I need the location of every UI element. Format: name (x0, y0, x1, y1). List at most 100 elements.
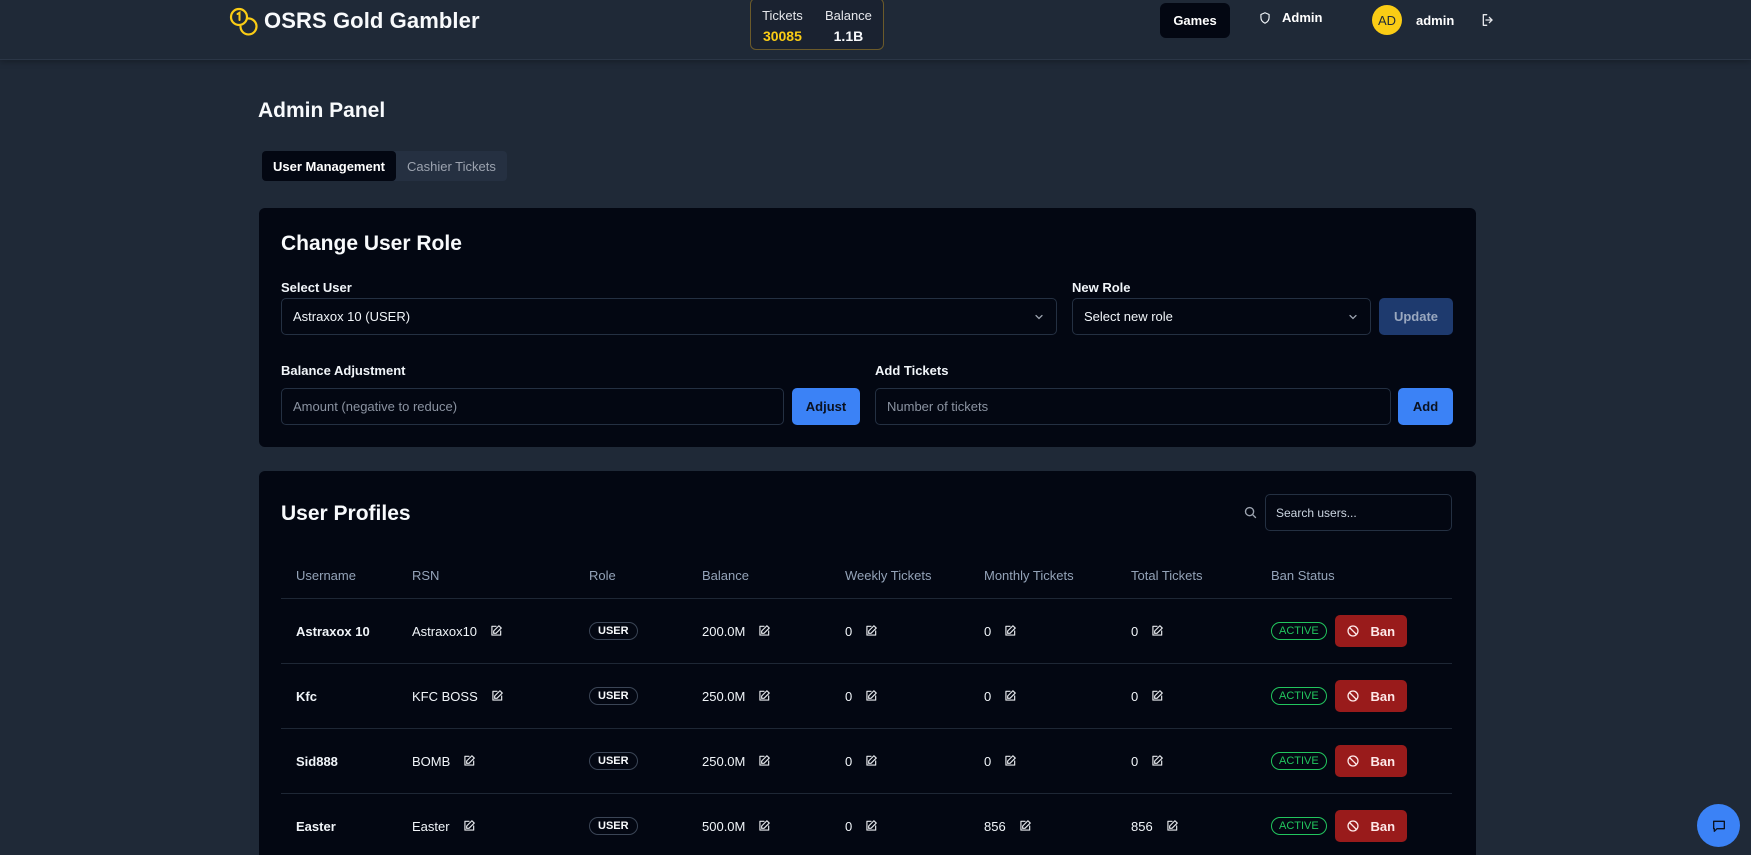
update-button[interactable]: Update (1379, 298, 1453, 335)
nav-admin-link[interactable]: Admin (1258, 10, 1322, 25)
tab-bar: User Management Cashier Tickets (262, 151, 507, 181)
monthly-tickets-cell: 0 (984, 599, 1017, 663)
edit-icon[interactable] (864, 689, 878, 703)
new-role-dropdown[interactable]: Select new role (1072, 298, 1371, 335)
ban-button-label: Ban (1370, 753, 1396, 769)
edit-icon[interactable] (1150, 754, 1164, 768)
edit-icon[interactable] (1018, 819, 1032, 833)
edit-icon[interactable] (757, 819, 771, 833)
change-role-card: Change User Role Select User Astraxox 10… (259, 208, 1476, 447)
rsn-cell: BOMB (412, 729, 476, 793)
total-tickets-value: 0 (1131, 753, 1139, 769)
role-cell: USER (589, 729, 638, 793)
column-header-rsn: RSN (412, 568, 440, 583)
ban-status-cell: ACTIVE Ban (1271, 664, 1407, 728)
role-badge: USER (589, 622, 638, 640)
rsn-cell: Astraxox10 (412, 599, 503, 663)
monthly-tickets-value: 0 (984, 688, 992, 704)
edit-icon[interactable] (1003, 754, 1017, 768)
tab-user-management[interactable]: User Management (262, 151, 396, 181)
select-user-dropdown[interactable]: Astraxox 10 (USER) (281, 298, 1057, 335)
balance-cell: 200.0M (702, 599, 771, 663)
ban-button-label: Ban (1370, 688, 1396, 704)
edit-icon[interactable] (1003, 689, 1017, 703)
edit-icon[interactable] (757, 689, 771, 703)
avatar[interactable]: AD (1372, 5, 1402, 35)
add-tickets-button[interactable]: Add (1398, 388, 1453, 425)
ban-button[interactable]: Ban (1334, 745, 1407, 777)
balance-adjustment-input[interactable]: Amount (negative to reduce) (281, 388, 784, 425)
add-tickets-input[interactable]: Number of tickets (875, 388, 1391, 425)
table-row: Sid888 BOMB USER 250.0M 0 0 0 ACTIVE Ban (281, 728, 1452, 793)
coins-icon (229, 7, 258, 36)
edit-icon[interactable] (1165, 819, 1179, 833)
balance-value: 1.1B (833, 28, 864, 44)
ban-icon (1347, 820, 1360, 832)
edit-icon[interactable] (1150, 689, 1164, 703)
logout-icon[interactable] (1480, 12, 1496, 28)
edit-icon[interactable] (864, 819, 878, 833)
balance-value: 250.0M (702, 688, 746, 704)
edit-icon[interactable] (462, 754, 476, 768)
adjust-button[interactable]: Adjust (792, 388, 860, 425)
tab-cashier-tickets[interactable]: Cashier Tickets (396, 151, 507, 181)
select-user-label: Select User (281, 280, 352, 295)
username-label: admin (1416, 13, 1455, 28)
status-badge: ACTIVE (1271, 622, 1327, 640)
monthly-tickets-cell: 0 (984, 664, 1017, 728)
chevron-down-icon (1035, 314, 1043, 319)
brand-name: OSRS Gold Gambler (264, 8, 480, 33)
change-role-title: Change User Role (281, 232, 462, 255)
edit-icon[interactable] (864, 624, 878, 638)
top-navbar: OSRS Gold Gambler Tickets 30085 Balance … (0, 0, 1751, 60)
monthly-tickets-cell: 0 (984, 729, 1017, 793)
table-row: Kfc KFC BOSS USER 250.0M 0 0 0 ACTIVE Ba… (281, 663, 1452, 728)
balance-value: 500.0M (702, 818, 746, 834)
balance-stat: Balance 1.1B (825, 8, 872, 44)
rsn-value: Easter (412, 818, 450, 834)
ban-button-label: Ban (1370, 818, 1396, 834)
rsn-value: BOMB (412, 753, 451, 769)
ban-button[interactable]: Ban (1334, 615, 1407, 647)
select-user-value: Astraxox 10 (USER) (293, 309, 411, 324)
edit-icon[interactable] (1150, 624, 1164, 638)
ban-status-cell: ACTIVE Ban (1271, 729, 1407, 793)
role-cell: USER (589, 664, 638, 728)
monthly-tickets-value: 856 (984, 818, 1006, 834)
new-role-value: Select new role (1084, 309, 1173, 324)
weekly-tickets-cell: 0 (845, 664, 878, 728)
chat-button[interactable] (1697, 804, 1740, 847)
column-header-monthly-tickets: Monthly Tickets (984, 568, 1074, 583)
edit-icon[interactable] (462, 819, 476, 833)
role-badge: USER (589, 752, 638, 770)
table-row: Astraxox 10 Astraxox10 USER 200.0M 0 0 0… (281, 598, 1452, 663)
tickets-label: Tickets (762, 8, 803, 23)
column-header-balance: Balance (702, 568, 749, 583)
balance-cell: 250.0M (702, 664, 771, 728)
weekly-tickets-value: 0 (845, 688, 853, 704)
rsn-value: Astraxox10 (412, 623, 478, 639)
edit-icon[interactable] (1003, 624, 1017, 638)
ban-button[interactable]: Ban (1334, 680, 1407, 712)
total-tickets-value: 0 (1131, 688, 1139, 704)
edit-icon[interactable] (490, 689, 504, 703)
username-cell: Astraxox 10 (296, 623, 370, 639)
edit-icon[interactable] (757, 624, 771, 638)
tickets-value: 30085 (762, 28, 802, 44)
weekly-tickets-value: 0 (845, 818, 853, 834)
nav-games-button[interactable]: Games (1160, 3, 1230, 38)
column-header-weekly-tickets: Weekly Tickets (845, 568, 932, 583)
edit-icon[interactable] (757, 754, 771, 768)
ban-button[interactable]: Ban (1334, 810, 1407, 842)
edit-icon[interactable] (864, 754, 878, 768)
page-title: Admin Panel (258, 99, 386, 122)
edit-icon[interactable] (489, 624, 503, 638)
chevron-down-icon (1349, 314, 1357, 319)
column-header-ban-status: Ban Status (1271, 568, 1335, 583)
status-badge: ACTIVE (1271, 752, 1327, 770)
ban-button-label: Ban (1370, 623, 1396, 639)
search-users-input[interactable]: Search users... (1265, 494, 1452, 531)
total-tickets-cell: 0 (1131, 729, 1164, 793)
weekly-tickets-value: 0 (845, 753, 853, 769)
brand[interactable]: OSRS Gold Gambler (228, 6, 480, 36)
